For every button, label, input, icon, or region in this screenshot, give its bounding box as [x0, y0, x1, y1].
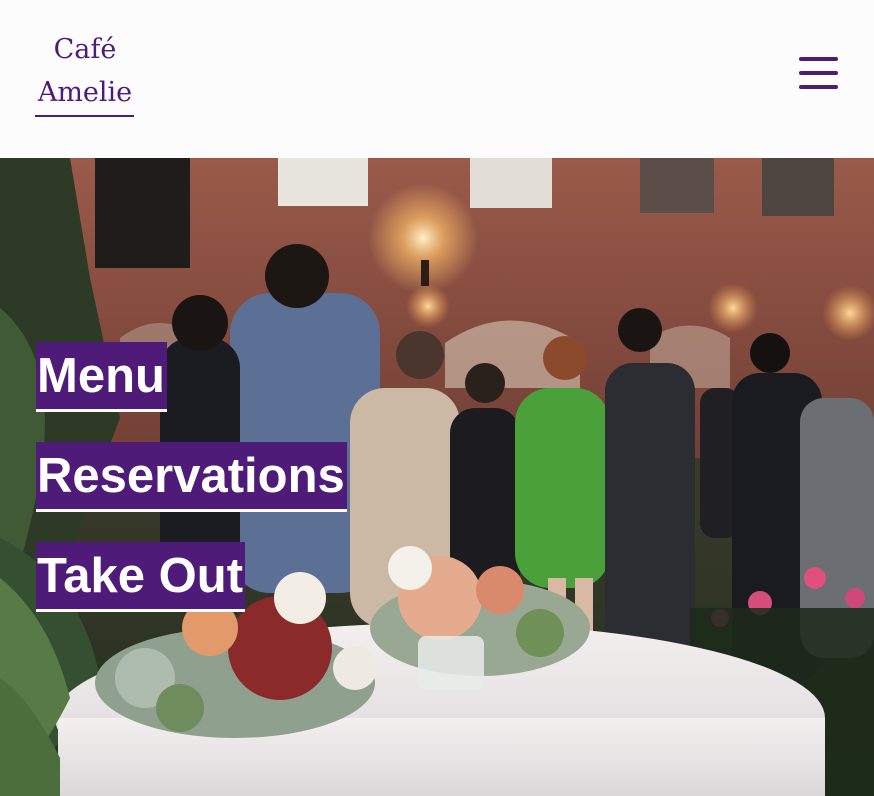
hamburger-menu-icon[interactable]: [799, 57, 838, 90]
hero-image: Menu Reservations Take Out: [0, 158, 874, 796]
logo-underline: [35, 115, 134, 117]
hamburger-bar: [799, 71, 838, 75]
logo-line-2: Amelie: [37, 77, 133, 108]
site-logo[interactable]: Café Amelie: [35, 28, 135, 114]
nav-link-reservations[interactable]: Reservations: [36, 442, 347, 512]
logo-line-1: Café: [53, 34, 117, 65]
nav-link-take-out[interactable]: Take Out: [36, 542, 246, 612]
nav-link-menu[interactable]: Menu: [36, 342, 167, 412]
hamburger-bar: [799, 57, 838, 61]
site-header: Café Amelie: [0, 0, 874, 158]
hamburger-bar: [799, 85, 838, 89]
